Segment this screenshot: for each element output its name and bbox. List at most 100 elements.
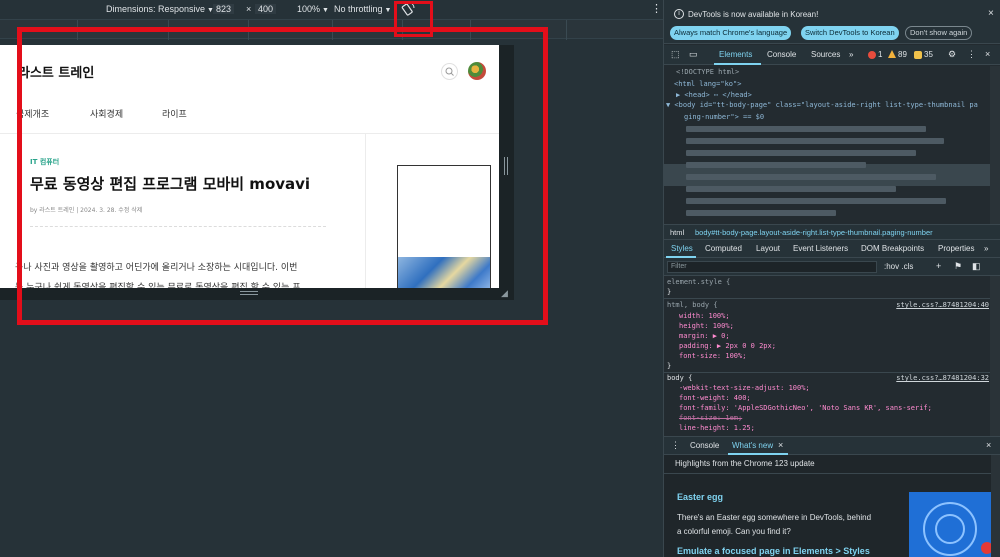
tab-properties[interactable]: Properties bbox=[938, 244, 974, 253]
warning-count[interactable]: 89 bbox=[898, 50, 907, 59]
style-property[interactable]: width: 100%; bbox=[679, 312, 730, 320]
throttling-label: No throttling bbox=[334, 4, 383, 14]
paint-icon[interactable]: ⚑ bbox=[954, 261, 962, 272]
error-icon[interactable] bbox=[868, 51, 876, 59]
dom-node-redacted[interactable] bbox=[686, 210, 836, 216]
feature-heading[interactable]: Easter egg bbox=[677, 492, 723, 502]
tab-styles[interactable]: Styles bbox=[671, 244, 693, 253]
dom-node-redacted[interactable] bbox=[686, 138, 944, 144]
more-options-icon[interactable]: ⋮ bbox=[967, 49, 976, 60]
screen-root: Dimensions: Responsive ▼ 823 × 400 100% ▼ … bbox=[0, 0, 1000, 557]
infobar-message: DevTools is now available in Korean! bbox=[688, 10, 819, 19]
html-node[interactable]: <html lang="ko"> bbox=[674, 80, 741, 88]
tab-layout[interactable]: Layout bbox=[756, 244, 780, 253]
dimension-separator: × bbox=[246, 4, 252, 14]
close-icon[interactable]: × bbox=[985, 49, 990, 59]
annotation-highlight-box bbox=[17, 27, 548, 325]
error-count[interactable]: 1 bbox=[878, 50, 882, 59]
dom-node-redacted[interactable] bbox=[686, 150, 916, 156]
tab-event-listeners[interactable]: Event Listeners bbox=[793, 244, 848, 253]
rule-source-link[interactable]: style.css?…87481204:32 bbox=[896, 374, 989, 382]
whats-new-illustration bbox=[909, 492, 991, 557]
language-infobar: i DevTools is now available in Korean! ×… bbox=[664, 0, 1000, 44]
device-toggle-icon[interactable]: ▭ bbox=[689, 49, 698, 60]
red-dot-graphic bbox=[981, 542, 991, 554]
feature-description: a colorful emoji. Can you find it? bbox=[677, 527, 791, 536]
rule-source-link[interactable]: style.css?…87481204:40 bbox=[896, 301, 989, 309]
more-tabs-icon[interactable]: » bbox=[984, 244, 988, 253]
close-icon[interactable]: × bbox=[986, 440, 991, 450]
breadcrumb-html[interactable]: html bbox=[670, 228, 684, 237]
caret-down-icon: ▼ bbox=[384, 7, 392, 14]
warning-icon[interactable] bbox=[888, 50, 896, 58]
gear-icon[interactable]: ⚙ bbox=[948, 49, 956, 60]
width-input[interactable]: 823 bbox=[213, 4, 235, 14]
add-rule-icon[interactable]: + bbox=[936, 261, 941, 271]
device-toolbar: Dimensions: Responsive ▼ 823 × 400 100% ▼ … bbox=[0, 0, 663, 19]
tab-dom-breakpoints[interactable]: DOM Breakpoints bbox=[861, 244, 924, 253]
rule-close: } bbox=[667, 362, 672, 370]
more-tabs-icon[interactable]: » bbox=[849, 50, 853, 59]
drawer-tabbar: ⋮ Console What's new × × bbox=[664, 436, 1000, 455]
close-icon[interactable]: × bbox=[988, 8, 994, 19]
breadcrumb: html body#tt-body-page.layout-aside-righ… bbox=[664, 224, 1000, 240]
issues-icon[interactable] bbox=[914, 51, 922, 59]
style-property[interactable]: margin: ▶ 0; bbox=[679, 332, 730, 340]
rule-close: } bbox=[667, 288, 672, 296]
highlights-heading: Highlights from the Chrome 123 update bbox=[675, 459, 815, 468]
sidebar-toggle-icon[interactable]: ◧ bbox=[972, 261, 981, 272]
style-property-overridden[interactable]: font-size: 1em; bbox=[679, 414, 742, 422]
rule-selector[interactable]: body { bbox=[667, 374, 692, 382]
dom-node-redacted[interactable] bbox=[686, 198, 946, 204]
more-options-icon[interactable]: ⋮ bbox=[651, 2, 662, 15]
doctype-line[interactable]: <!DOCTYPE html> bbox=[676, 68, 739, 76]
caret-down-icon: ▼ bbox=[322, 7, 329, 14]
scrollbar[interactable] bbox=[990, 276, 1000, 436]
style-property[interactable]: font-family: 'AppleSDGothicNeo', 'Noto S… bbox=[679, 404, 932, 412]
ruler-divider bbox=[566, 20, 567, 40]
style-property[interactable]: padding: ▶ 2px 0 0 2px; bbox=[679, 342, 776, 350]
close-icon[interactable]: × bbox=[778, 440, 783, 450]
hov-cls-toggles[interactable]: :hov .cls bbox=[884, 262, 913, 271]
dom-node-redacted[interactable] bbox=[686, 162, 866, 168]
style-property[interactable]: -webkit-text-size-adjust: 100%; bbox=[679, 384, 810, 392]
issues-count[interactable]: 35 bbox=[924, 50, 933, 59]
devtools-tabbar: ⬚ ▭ Elements Console Sources » 1 89 35 ⚙… bbox=[664, 45, 1000, 65]
dom-node-redacted[interactable] bbox=[686, 174, 936, 180]
tab-console[interactable]: Console bbox=[767, 50, 796, 59]
scrollbar[interactable] bbox=[990, 66, 1000, 224]
tab-elements[interactable]: Elements bbox=[719, 50, 752, 59]
throttling-select[interactable]: No throttling ▼ bbox=[334, 4, 391, 14]
zoom-select[interactable]: 100% ▼ bbox=[297, 4, 329, 14]
style-property[interactable]: line-height: 1.25; bbox=[679, 424, 755, 432]
tab-console-drawer[interactable]: Console bbox=[690, 441, 719, 450]
tab-computed[interactable]: Computed bbox=[705, 244, 742, 253]
breadcrumb-body[interactable]: body#tt-body-page.layout-aside-right.lis… bbox=[695, 228, 933, 237]
feature-heading[interactable]: Emulate a focused page in Elements > Sty… bbox=[677, 546, 870, 556]
style-property[interactable]: font-weight: 400; bbox=[679, 394, 751, 402]
style-property[interactable]: font-size: 100%; bbox=[679, 352, 746, 360]
style-property[interactable]: height: 100%; bbox=[679, 322, 734, 330]
dom-node-redacted[interactable] bbox=[686, 186, 896, 192]
filter-input[interactable]: Filter bbox=[667, 261, 877, 273]
dont-show-button[interactable]: Don't show again bbox=[905, 26, 973, 40]
dimensions-select[interactable]: Dimensions: Responsive ▼ bbox=[106, 4, 214, 14]
body-node-cont[interactable]: ging-number"> == $0 bbox=[684, 113, 764, 121]
switch-language-button[interactable]: Switch DevTools to Korean bbox=[801, 26, 899, 40]
more-options-icon[interactable]: ⋮ bbox=[671, 440, 680, 451]
whats-new-drawer: Highlights from the Chrome 123 update Ea… bbox=[664, 455, 1000, 557]
head-node[interactable]: ▶ <head> ⋯ </head> bbox=[676, 91, 752, 99]
match-language-button[interactable]: Always match Chrome's language bbox=[670, 26, 792, 40]
styles-tabbar: Styles Computed Layout Event Listeners D… bbox=[664, 240, 1000, 258]
inspect-icon[interactable]: ⬚ bbox=[671, 49, 680, 60]
styles-pane: element.style { } html, body { style.css… bbox=[664, 276, 1000, 436]
dimensions-label: Dimensions: Responsive bbox=[106, 4, 206, 14]
tab-sources[interactable]: Sources bbox=[811, 50, 840, 59]
tab-whats-new[interactable]: What's new bbox=[732, 441, 773, 450]
body-node[interactable]: ▼ <body id="tt-body-page" class="layout-… bbox=[666, 101, 978, 109]
scrollbar[interactable] bbox=[991, 455, 1000, 557]
height-input[interactable]: 400 bbox=[255, 4, 277, 14]
dom-node-redacted[interactable] bbox=[686, 126, 926, 132]
element-style-selector[interactable]: element.style { bbox=[667, 278, 730, 286]
rule-selector[interactable]: html, body { bbox=[667, 301, 718, 309]
